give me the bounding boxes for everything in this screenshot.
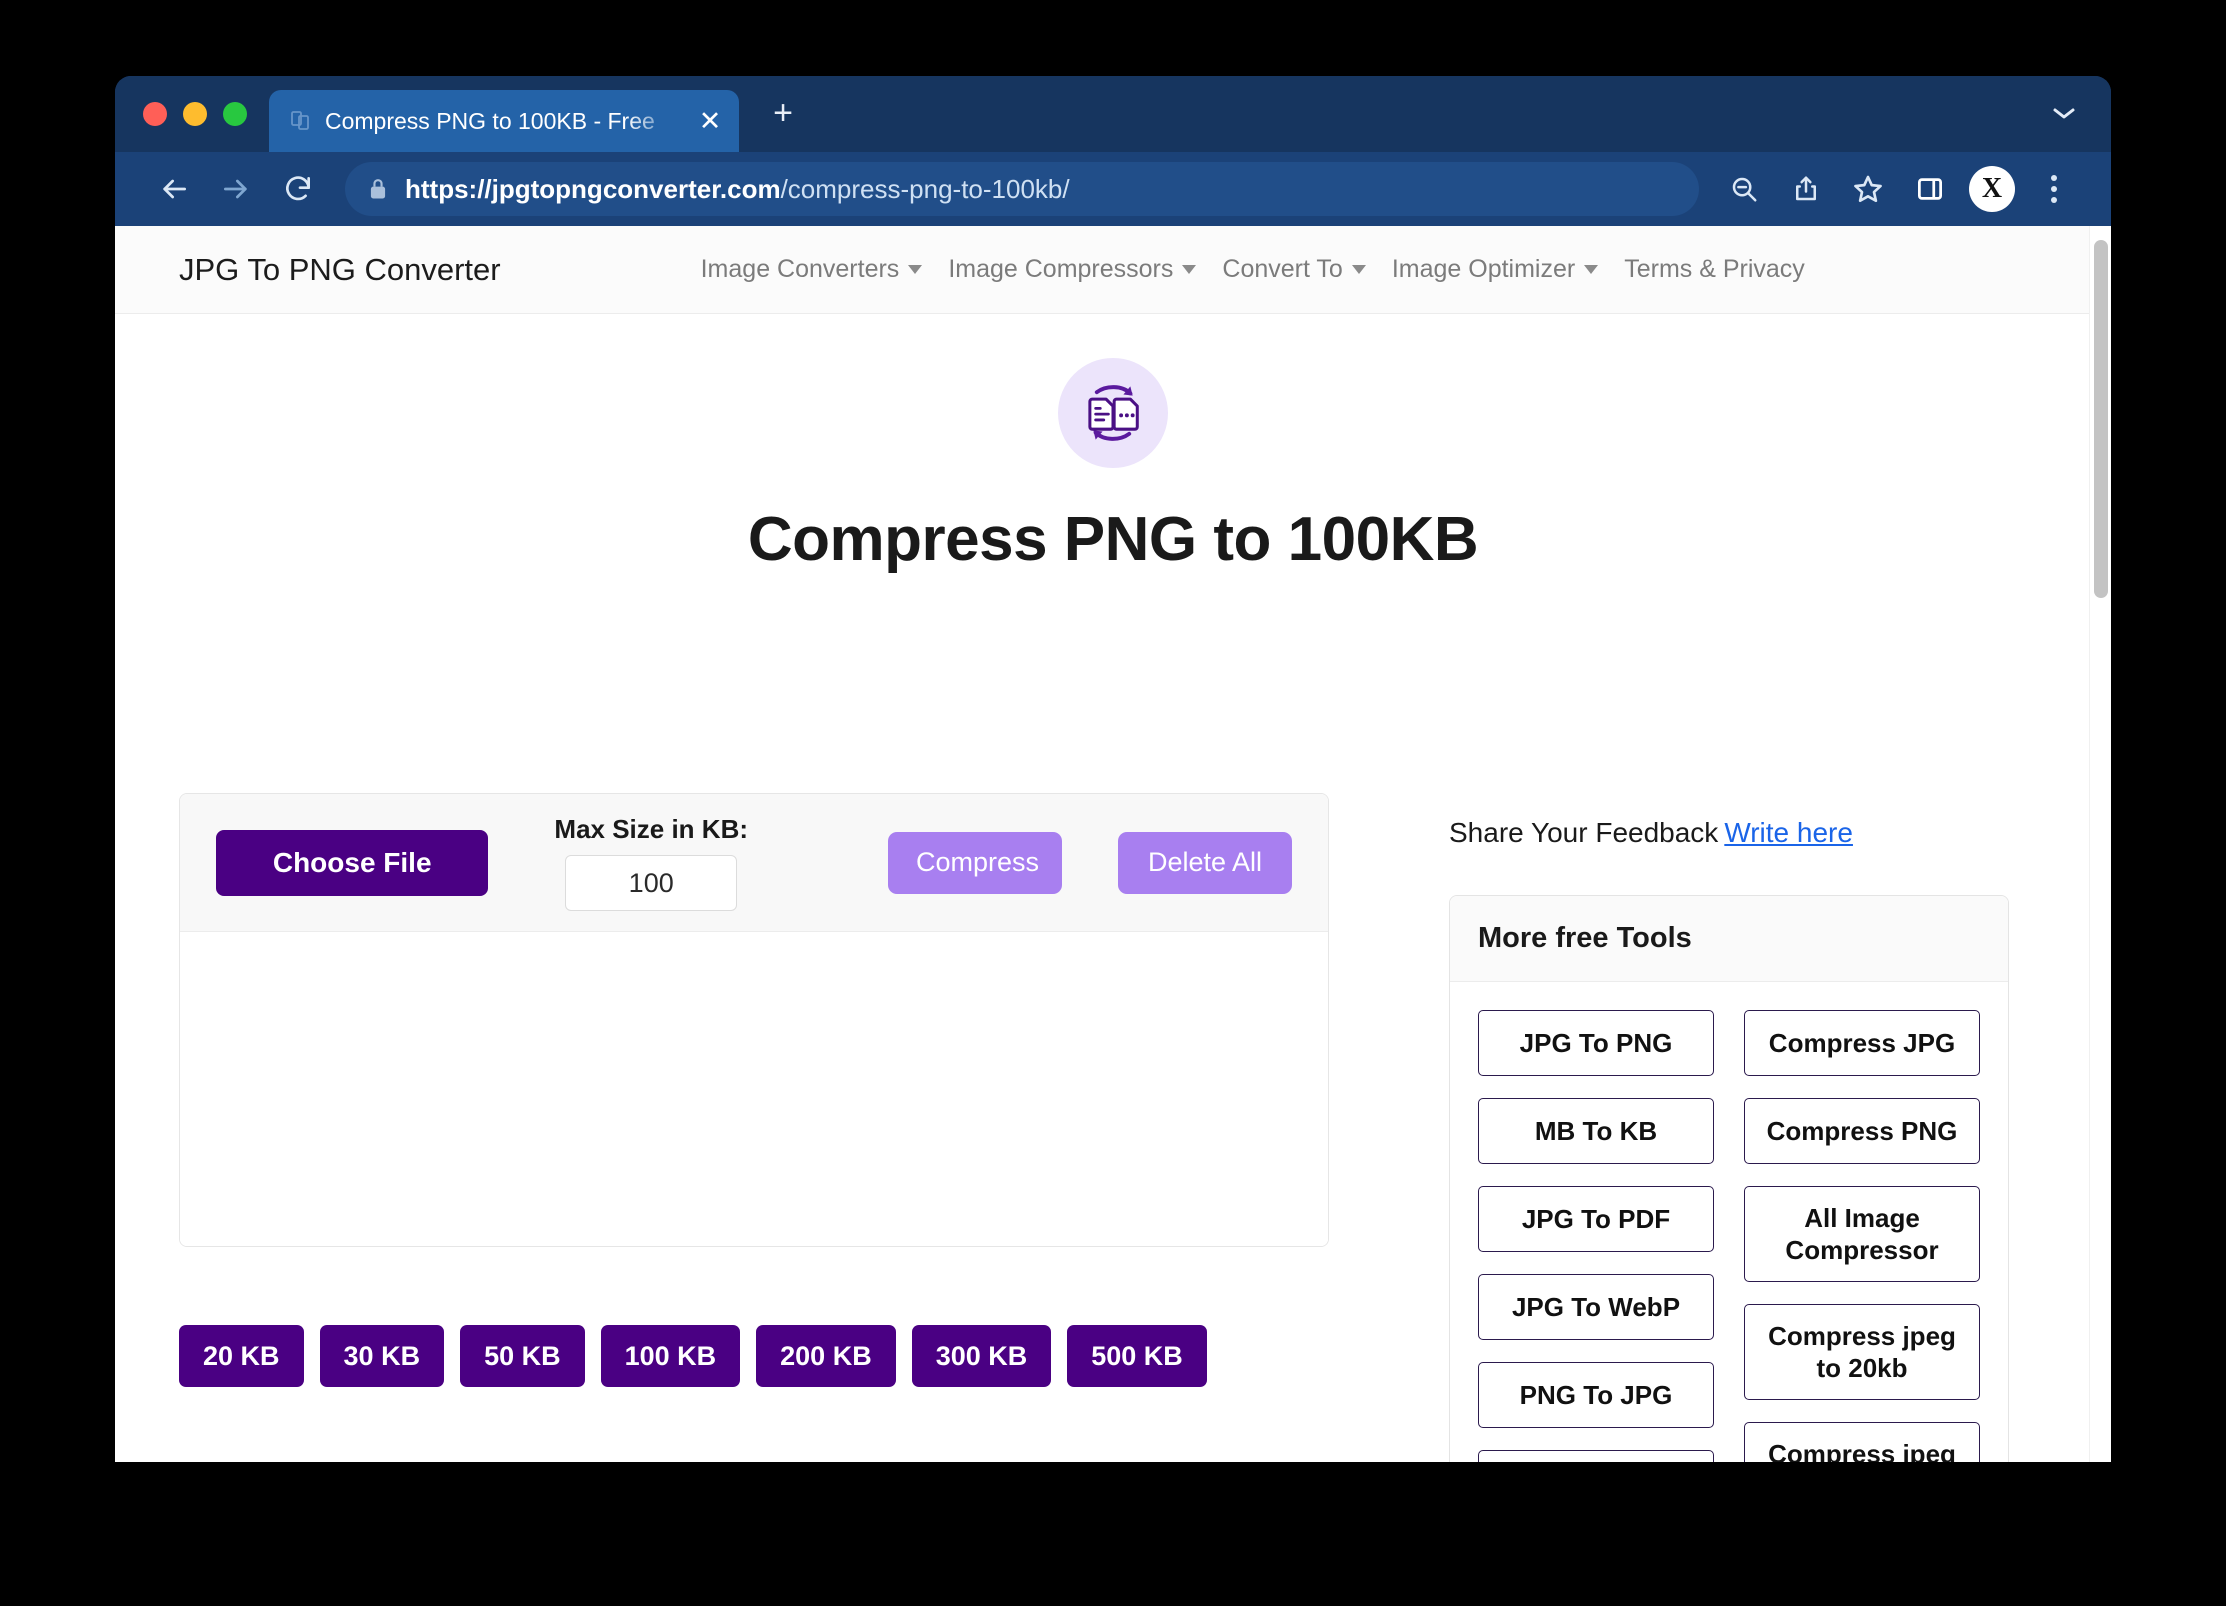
converter-toolbar: Choose File Max Size in KB: Compress Del… — [180, 794, 1328, 932]
forward-arrow-icon[interactable] — [205, 162, 267, 216]
tool-button-png-to-jpg[interactable]: PNG To JPG — [1478, 1362, 1714, 1428]
chevron-down-icon — [1584, 265, 1599, 274]
nav-item-label: Convert To — [1222, 255, 1343, 283]
nav-item-label: Terms & Privacy — [1624, 255, 1805, 283]
bookmark-star-icon[interactable] — [1837, 162, 1899, 216]
nav-item-image-optimizer[interactable]: Image Optimizer — [1391, 255, 1599, 284]
file-list-area[interactable] — [180, 932, 1328, 1246]
nav-item-label: Image Optimizer — [1391, 255, 1576, 283]
maximize-window-button[interactable] — [223, 102, 247, 126]
preset-button-200kb[interactable]: 200 KB — [756, 1325, 896, 1387]
nav-item-image-converters[interactable]: Image Converters — [701, 255, 923, 284]
url-domain: https://jpgtopngconverter.com — [405, 173, 781, 204]
chevron-down-icon — [1182, 265, 1197, 274]
chevron-down-icon[interactable] — [2051, 100, 2077, 128]
nav-item-image-compressors[interactable]: Image Compressors — [948, 255, 1197, 284]
share-icon[interactable] — [1775, 162, 1837, 216]
three-dot-menu-icon[interactable] — [2023, 162, 2085, 216]
page-title: Compress PNG to 100KB — [747, 505, 1479, 574]
page-scrollbar[interactable] — [2089, 226, 2111, 1462]
address-bar-url: https://jpgtopngconverter.com/compress-p… — [405, 174, 1070, 205]
side-panel-icon[interactable] — [1899, 162, 1961, 216]
nav-item-convert-to[interactable]: Convert To — [1222, 255, 1366, 284]
feedback-label: Share Your Feedback — [1449, 817, 1719, 848]
max-size-input[interactable] — [565, 855, 738, 911]
more-free-tools-card: More free Tools JPG To PNG MB To KB JPG … — [1449, 895, 2009, 1462]
tool-button-compress-jpeg-50kb[interactable]: Compress jpeg to 50kb — [1744, 1422, 1980, 1462]
tool-button-jpg-to-pdf[interactable]: JPG To PDF — [1478, 1186, 1714, 1252]
preset-button-30kb[interactable]: 30 KB — [319, 1325, 445, 1387]
right-column: Share Your Feedback Write here More free … — [1449, 617, 2047, 1462]
tools-column-left: JPG To PNG MB To KB JPG To PDF JPG To We… — [1478, 1010, 1714, 1462]
minimize-window-button[interactable] — [183, 102, 207, 126]
preset-button-100kb[interactable]: 100 KB — [600, 1325, 741, 1387]
feedback-link[interactable]: Write here — [1724, 817, 1853, 848]
tool-button-jpg-to-webp[interactable]: JPG To WebP — [1478, 1274, 1714, 1340]
nav-item-terms-privacy[interactable]: Terms & Privacy — [1624, 255, 1805, 284]
tool-button-compress-jpg[interactable]: Compress JPG — [1744, 1010, 1980, 1076]
tool-button-compress-png[interactable]: Compress PNG — [1744, 1098, 1980, 1164]
file-conversion-icon — [1058, 358, 1168, 468]
lock-icon — [367, 176, 389, 202]
tools-column-right: Compress JPG Compress PNG All Image Comp… — [1744, 1010, 1980, 1462]
nav-item-label: Image Compressors — [948, 255, 1174, 283]
preset-button-50kb[interactable]: 50 KB — [460, 1325, 585, 1387]
more-free-tools-title: More free Tools — [1450, 896, 2008, 982]
preset-button-500kb[interactable]: 500 KB — [1067, 1325, 1207, 1387]
close-icon[interactable]: ✕ — [695, 107, 725, 135]
window-traffic-lights — [115, 102, 247, 152]
left-column: Choose File Max Size in KB: Compress Del… — [179, 617, 1409, 1387]
delete-all-button[interactable]: Delete All — [1118, 831, 1292, 894]
feedback-row: Share Your Feedback Write here — [1449, 817, 2047, 849]
more-free-tools-body: JPG To PNG MB To KB JPG To PDF JPG To We… — [1450, 982, 2008, 1462]
address-bar[interactable]: https://jpgtopngconverter.com/compress-p… — [345, 162, 1699, 216]
close-window-button[interactable] — [143, 102, 167, 126]
nav-item-label: Image Converters — [700, 255, 900, 283]
page-content: Compress PNG to 100KB Choose File Max Si… — [115, 314, 2111, 1462]
chevron-down-icon — [1351, 265, 1366, 274]
tool-button-jpg-to-png[interactable]: JPG To PNG — [1478, 1010, 1714, 1076]
browser-tab-title: Compress PNG to 100KB - Free — [325, 107, 655, 134]
site-nav: Image Converters Image Compressors Conve… — [701, 255, 1805, 284]
hero-section: Compress PNG to 100KB — [179, 314, 2047, 575]
content-columns: Choose File Max Size in KB: Compress Del… — [179, 617, 2047, 1462]
page-viewport: JPG To PNG Converter Image Converters Im… — [115, 226, 2111, 1462]
site-header: JPG To PNG Converter Image Converters Im… — [115, 226, 2111, 314]
preset-button-20kb[interactable]: 20 KB — [179, 1325, 304, 1387]
zoom-out-icon[interactable] — [1713, 162, 1775, 216]
tab-strip: Compress PNG to 100KB - Free ✕ + — [115, 76, 2111, 152]
browser-tab[interactable]: Compress PNG to 100KB - Free ✕ — [269, 90, 739, 152]
preset-button-300kb[interactable]: 300 KB — [911, 1325, 1052, 1387]
converter-card: Choose File Max Size in KB: Compress Del… — [179, 793, 1329, 1247]
back-arrow-icon[interactable] — [143, 162, 205, 216]
page-scrollbar-thumb[interactable] — [2094, 240, 2108, 598]
compress-button[interactable]: Compress — [888, 831, 1062, 894]
browser-window: Compress PNG to 100KB - Free ✕ + https:/… — [115, 76, 2111, 1462]
avatar[interactable]: X — [1969, 166, 2015, 212]
choose-file-button[interactable]: Choose File — [216, 829, 489, 896]
tool-button-png-to-webp[interactable]: PNG To WebP — [1478, 1450, 1714, 1462]
reload-icon[interactable] — [267, 162, 329, 216]
plus-icon[interactable]: + — [763, 96, 803, 130]
url-path: /compress-png-to-100kb/ — [780, 173, 1070, 204]
tool-button-mb-to-kb[interactable]: MB To KB — [1478, 1098, 1714, 1164]
chevron-down-icon — [908, 265, 923, 274]
tool-button-all-image-compressor[interactable]: All Image Compressor — [1744, 1186, 1980, 1282]
browser-toolbar: https://jpgtopngconverter.com/compress-p… — [115, 152, 2111, 226]
max-size-label: Max Size in KB: — [554, 814, 748, 844]
tool-button-compress-jpeg-20kb[interactable]: Compress jpeg to 20kb — [1744, 1304, 1980, 1400]
site-logo[interactable]: JPG To PNG Converter — [179, 252, 501, 288]
preset-size-row: 20 KB 30 KB 50 KB 100 KB 200 KB 300 KB 5… — [179, 1325, 1409, 1387]
max-size-group: Max Size in KB: — [554, 814, 748, 911]
document-favicon — [287, 108, 313, 134]
